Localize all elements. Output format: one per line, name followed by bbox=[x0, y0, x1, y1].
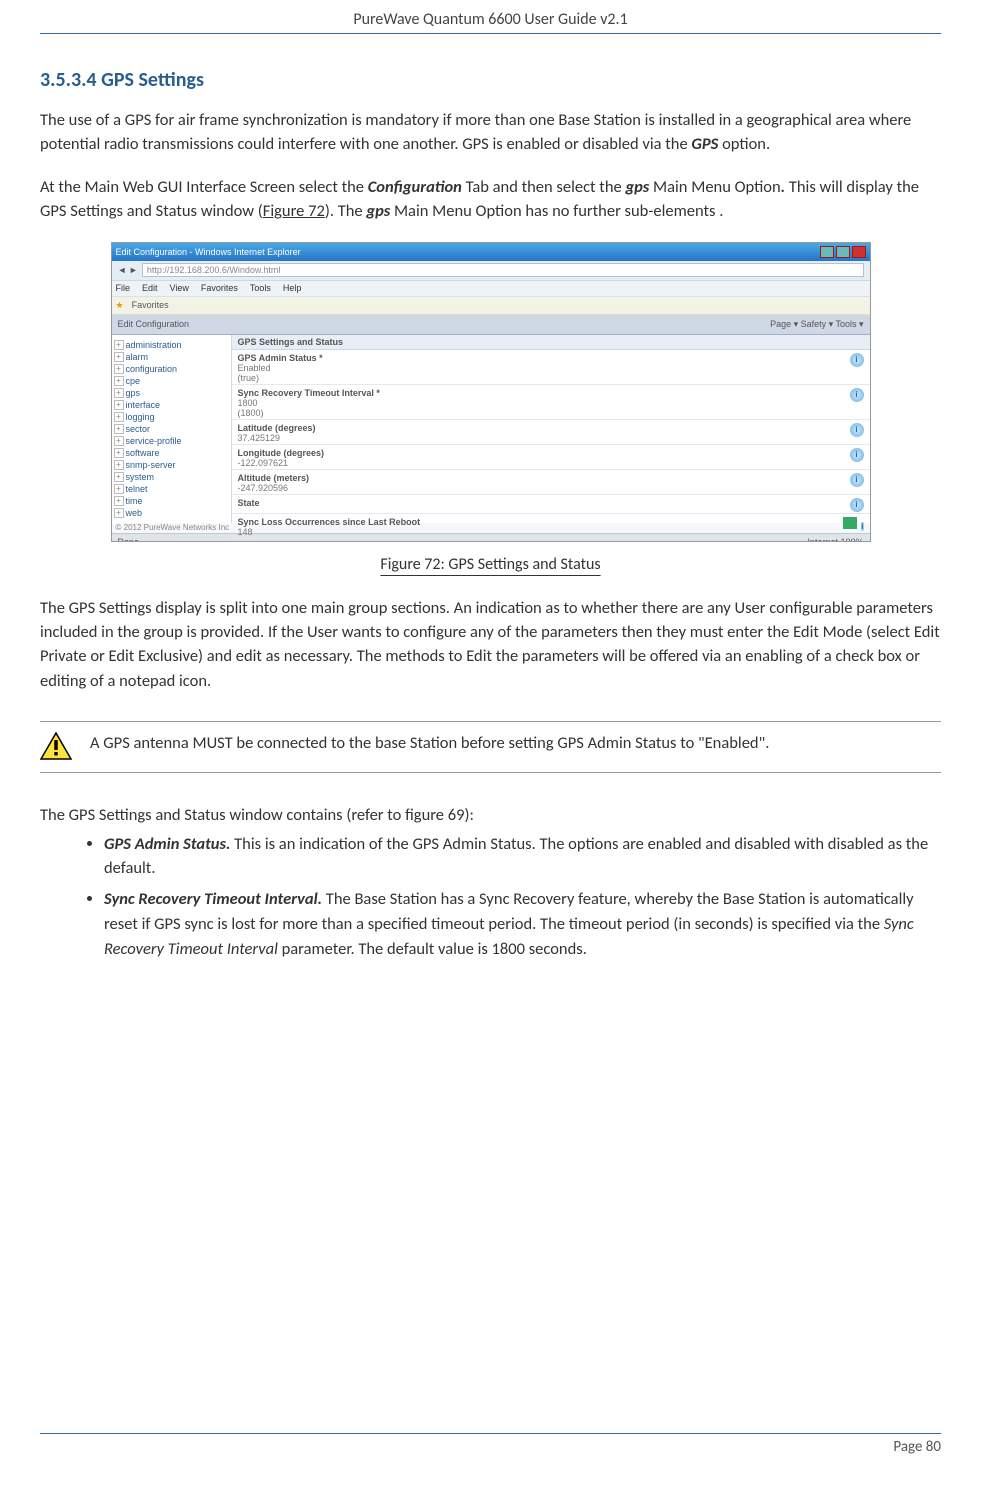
document-header: PureWave Quantum 6600 User Guide v2.1 bbox=[40, 10, 941, 34]
info-icon: i bbox=[861, 522, 863, 531]
bullet-list: GPS Admin Status. This is an indication … bbox=[40, 832, 941, 962]
warning-text: A GPS antenna MUST be connected to the b… bbox=[90, 732, 941, 756]
figure-72: Edit Configuration - Windows Internet Ex… bbox=[40, 242, 941, 547]
rule bbox=[40, 772, 941, 773]
favorites-bar: ★ Favorites bbox=[112, 297, 870, 315]
warning-icon bbox=[40, 732, 72, 760]
info-icon: i bbox=[850, 448, 864, 462]
tree-nav: administration alarm configuration cpe g… bbox=[112, 335, 232, 523]
info-icon: i bbox=[850, 388, 864, 402]
info-icon: i bbox=[850, 353, 864, 367]
paragraph-1: The use of a GPS for air frame synchroni… bbox=[40, 108, 941, 157]
info-icon: i bbox=[850, 498, 864, 512]
list-item: Sync Recovery Timeout Interval. The Base… bbox=[104, 887, 941, 961]
section-heading: 3.5.3.4 GPS Settings bbox=[40, 68, 941, 92]
section-number: 3.5.3.4 bbox=[40, 68, 97, 92]
paragraph-2: At the Main Web GUI Interface Screen sel… bbox=[40, 175, 941, 224]
main-panel: GPS Settings and Status GPS Admin Status… bbox=[232, 335, 870, 523]
paragraph-4: The GPS Settings and Status window conta… bbox=[40, 803, 941, 827]
star-icon: ★ bbox=[116, 300, 124, 311]
menu-bar: File Edit View Favorites Tools Help bbox=[112, 281, 870, 297]
warning-note: A GPS antenna MUST be connected to the b… bbox=[40, 728, 941, 768]
window-buttons bbox=[820, 246, 866, 258]
info-icon: i bbox=[850, 473, 864, 487]
page-number: Page 80 bbox=[893, 1438, 941, 1456]
address-bar: ◄ ►http://192.168.200.6/Window.html bbox=[112, 261, 870, 281]
tab-bar: Edit Configuration Page ▾ Safety ▾ Tools… bbox=[112, 315, 870, 335]
list-item: GPS Admin Status. This is an indication … bbox=[104, 832, 941, 882]
screenshot-gps-settings: Edit Configuration - Windows Internet Ex… bbox=[111, 242, 871, 542]
figure-caption: Figure 72: GPS Settings and Status bbox=[40, 555, 941, 574]
paragraph-3: The GPS Settings display is split into o… bbox=[40, 596, 941, 694]
figure-reference: Figure 72 bbox=[263, 201, 325, 221]
info-icon: i bbox=[850, 423, 864, 437]
rule bbox=[40, 721, 941, 722]
page-footer: Page 80 bbox=[40, 1433, 941, 1456]
section-title: GPS Settings bbox=[101, 68, 204, 92]
window-titlebar: Edit Configuration - Windows Internet Ex… bbox=[112, 243, 870, 261]
